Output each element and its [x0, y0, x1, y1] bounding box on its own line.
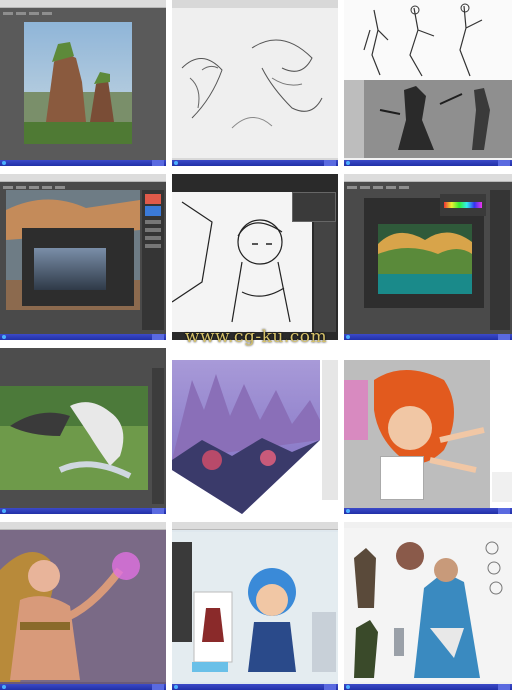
start-icon[interactable]: [174, 161, 178, 165]
chibi-painting: [172, 532, 338, 682]
tray-clock: [498, 684, 510, 690]
mage-painting: [0, 530, 166, 682]
site-watermark: www.cg-ku.com: [184, 327, 328, 347]
menu-bar: [0, 174, 166, 189]
forest-arm-painting: [0, 386, 148, 490]
tile-fantasy-village[interactable]: [172, 348, 338, 514]
lineart-canvas: [172, 192, 312, 332]
tray-clock: [152, 160, 164, 166]
tray-clock: [498, 334, 510, 340]
layers-panel[interactable]: [322, 360, 338, 500]
landscape-painting: [24, 22, 132, 144]
tile-jungle-workspace[interactable]: [344, 174, 512, 340]
start-icon[interactable]: [174, 685, 178, 689]
tray-clock: [324, 160, 336, 166]
menu-bar: [344, 174, 512, 189]
reference-thumbnail-right: [492, 472, 512, 502]
tray-clock: [152, 334, 164, 340]
reference-thumbnail: [380, 456, 424, 500]
tools-panel[interactable]: [490, 190, 510, 330]
tile-female-mage[interactable]: [0, 522, 166, 690]
tile-manga-lineart[interactable]: [172, 174, 338, 340]
taskbar: [344, 334, 512, 340]
taskbar: [0, 508, 166, 514]
tile-orange-hair-character[interactable]: [344, 348, 512, 514]
tile-chibi-warrior[interactable]: [172, 522, 338, 690]
taskbar: [0, 334, 166, 340]
taskbar: [172, 684, 338, 690]
start-icon[interactable]: [346, 161, 350, 165]
sketch-paper: [172, 8, 338, 158]
right-panel[interactable]: [314, 222, 336, 332]
taskbar: [344, 684, 512, 690]
tray-clock: [324, 684, 336, 690]
tray-clock: [498, 508, 510, 514]
taskbar: [344, 508, 512, 514]
landscape-preview: [34, 248, 106, 290]
tray-clock: [498, 160, 510, 166]
color-panel[interactable]: [440, 194, 486, 216]
taskbar: [0, 684, 166, 690]
tray-clock: [152, 684, 164, 690]
warrior-sketch-sheet: [344, 0, 512, 80]
tile-creature-sketches[interactable]: [172, 0, 338, 166]
tile-armored-warrior-sheet[interactable]: [344, 522, 512, 690]
tray-clock: [152, 508, 164, 514]
taskbar: [172, 160, 338, 166]
tile-forest-arm-study[interactable]: [0, 348, 166, 514]
menu-bar: [0, 0, 166, 15]
warrior-sheet-painting: [344, 528, 512, 682]
layers-popup[interactable]: [292, 192, 336, 222]
warrior-render-sheet: [344, 80, 512, 158]
tools-panel[interactable]: [142, 190, 164, 330]
taskbar: [0, 160, 166, 166]
start-icon[interactable]: [2, 335, 6, 339]
tile-rock-landscape[interactable]: [0, 0, 166, 166]
start-icon[interactable]: [2, 509, 6, 513]
start-icon[interactable]: [346, 685, 350, 689]
jungle-painting: [378, 224, 472, 294]
start-icon[interactable]: [346, 509, 350, 513]
start-icon[interactable]: [2, 161, 6, 165]
taskbar: [344, 160, 512, 166]
menu-bar: [172, 522, 338, 537]
start-icon[interactable]: [346, 335, 350, 339]
document-window[interactable]: [22, 228, 134, 306]
tile-photoshop-landscape[interactable]: [0, 174, 166, 340]
side-panel[interactable]: [152, 368, 164, 504]
start-icon[interactable]: [2, 685, 6, 689]
tile-warrior-sketches[interactable]: [344, 0, 512, 166]
menu-bar: [0, 522, 166, 537]
color-swatch-strip[interactable]: [444, 202, 482, 208]
village-painting: [172, 360, 320, 514]
